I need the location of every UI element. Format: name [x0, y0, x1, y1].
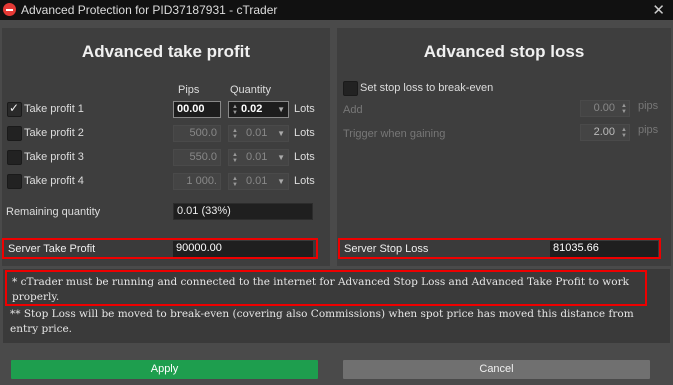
pips-column-header: Pips	[178, 84, 200, 96]
quantity-spin-icon[interactable]: ▲ ▼	[232, 104, 238, 116]
take-profit-4-pips-input[interactable]: 1 000.	[173, 173, 221, 190]
spin-icon[interactable]: ▲ ▼	[621, 103, 627, 115]
trigger-pips-input[interactable]: 2.00 ▲ ▼	[580, 124, 630, 141]
server-take-profit-label: Server Take Profit	[8, 243, 96, 255]
apply-button[interactable]: Apply	[11, 360, 318, 379]
breakeven-label: Set stop loss to break-even	[360, 82, 494, 94]
take-profit-3-label: Take profit 3	[24, 151, 84, 163]
take-profit-3-quantity-input[interactable]: ▲ ▼ 0.01 ▼	[228, 149, 289, 166]
note-running-connected: * cTrader must be running and connected …	[5, 270, 647, 306]
chevron-down-icon[interactable]: ▼	[277, 177, 285, 186]
chevron-down-icon[interactable]: ▼	[277, 153, 285, 162]
lots-label: Lots	[294, 103, 315, 115]
take-profit-1-checkbox[interactable]	[7, 101, 22, 117]
take-profit-1-pips-input[interactable]: 00.00	[173, 101, 221, 118]
take-profit-2-pips-input[interactable]: 500.0	[173, 125, 221, 142]
take-profit-panel: Advanced take profit Pips Quantity Take …	[2, 28, 330, 266]
lots-label: Lots	[294, 175, 315, 187]
add-label: Add	[343, 104, 363, 116]
take-profit-2-checkbox[interactable]	[7, 126, 22, 141]
server-stop-loss-value: 81035.66	[550, 241, 658, 257]
remaining-quantity-value: 0.01 (33%)	[173, 203, 313, 220]
quantity-spin-icon[interactable]: ▲ ▼	[232, 152, 238, 164]
ctrader-logo-icon	[3, 3, 16, 16]
stop-loss-panel: Advanced stop loss Set stop loss to brea…	[337, 28, 671, 266]
take-profit-2-quantity-input[interactable]: ▲ ▼ 0.01 ▼	[228, 125, 289, 142]
server-stop-loss-label: Server Stop Loss	[344, 243, 429, 255]
server-take-profit-row: Server Take Profit 90000.00	[2, 238, 318, 259]
take-profit-heading: Advanced take profit	[81, 42, 251, 61]
take-profit-1-label: Take profit 1	[24, 103, 84, 115]
take-profit-4-checkbox[interactable]	[7, 174, 22, 189]
take-profit-row-1: Take profit 1 00.00 ▲▼ 0.02 ▼ Lots	[7, 101, 327, 119]
quantity-spin-icon[interactable]: ▲ ▼	[232, 128, 238, 140]
close-icon[interactable]: ✕	[652, 1, 665, 19]
add-pips-unit: pips	[638, 100, 659, 112]
take-profit-4-quantity-input[interactable]: ▲ ▼ 0.01 ▼	[228, 173, 289, 190]
take-profit-2-label: Take profit 2	[24, 127, 84, 139]
lots-label: Lots	[294, 151, 315, 163]
quantity-column-header: Quantity	[230, 84, 271, 96]
spin-icon[interactable]: ▲ ▼	[621, 127, 627, 139]
notes-box: * cTrader must be running and connected …	[3, 269, 670, 343]
take-profit-4-label: Take profit 4	[24, 175, 84, 187]
title-bar: Advanced Protection for PID37187931 - cT…	[0, 0, 673, 20]
server-stop-loss-row: Server Stop Loss 81035.66	[338, 238, 661, 259]
take-profit-3-pips-input[interactable]: 550.0	[173, 149, 221, 166]
stop-loss-heading: Advanced stop loss	[423, 42, 585, 61]
window-title: Advanced Protection for PID37187931 - cT…	[21, 3, 278, 17]
trigger-label: Trigger when gaining	[343, 128, 446, 140]
server-take-profit-value: 90000.00	[173, 241, 313, 257]
take-profit-1-quantity-input[interactable]: ▲ ▼ 0.02 ▼	[228, 101, 289, 118]
chevron-down-icon[interactable]: ▼	[277, 129, 285, 138]
take-profit-row-2: Take profit 2 500.0 ▲ ▼ 0.01 ▼ Lots	[7, 125, 327, 143]
take-profit-row-3: Take profit 3 550.0 ▲ ▼ 0.01 ▼ Lots	[7, 149, 327, 167]
add-pips-input[interactable]: 0.00 ▲ ▼	[580, 100, 630, 117]
cancel-button[interactable]: Cancel	[343, 360, 650, 379]
lots-label: Lots	[294, 127, 315, 139]
take-profit-row-4: Take profit 4 1 000. ▲ ▼ 0.01 ▼ Lots	[7, 173, 327, 191]
quantity-spin-icon[interactable]: ▲ ▼	[232, 176, 238, 188]
remaining-quantity-label: Remaining quantity	[6, 206, 101, 218]
breakeven-checkbox[interactable]	[343, 81, 358, 96]
note-break-even: ** Stop Loss will be moved to break-even…	[10, 308, 634, 335]
trigger-pips-unit: pips	[638, 124, 659, 136]
chevron-down-icon[interactable]: ▼	[277, 105, 285, 114]
take-profit-3-checkbox[interactable]	[7, 150, 22, 165]
